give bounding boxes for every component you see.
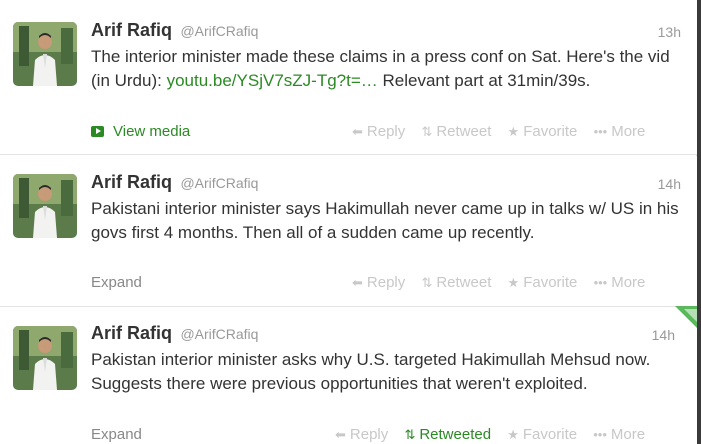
more-button[interactable]: ••• More xyxy=(594,274,646,291)
reply-button[interactable]: ⬅ Reply xyxy=(352,274,405,291)
tweet-timeline: Arif Rafiq @ArifCRafiq 13h The interior … xyxy=(0,0,697,444)
view-media-label: View media xyxy=(113,123,191,140)
more-label: More xyxy=(610,426,646,443)
tweet-actions: ⬅ Reply ⇅ Retweet ★ Favorite ••• More xyxy=(352,274,657,291)
more-dots-icon: ••• xyxy=(593,275,608,290)
expand-link[interactable]: Expand xyxy=(91,426,142,443)
star-icon: ★ xyxy=(507,124,520,139)
retweet-icon: ⇅ xyxy=(404,427,416,442)
retweet-button[interactable]: ⇅ Retweet xyxy=(421,274,491,291)
more-label: More xyxy=(611,274,646,291)
reply-label: Reply xyxy=(349,426,389,443)
tweet-footer: Expand ⬅ Reply ⇅ Retweet ★ Favorite ••• More xyxy=(0,272,697,294)
reply-arrow-icon: ⬅ xyxy=(352,275,363,290)
star-icon: ★ xyxy=(507,427,519,442)
avatar[interactable] xyxy=(13,22,77,86)
retweet-label: Retweeted xyxy=(419,426,492,443)
more-button[interactable]: ••• More xyxy=(593,426,645,443)
retweet-label: Retweet xyxy=(436,274,492,291)
reply-arrow-icon: ⬅ xyxy=(352,124,363,139)
tweet-timestamp[interactable]: 14h xyxy=(615,327,675,343)
reply-button[interactable]: ⬅ Reply xyxy=(335,426,388,443)
avatar[interactable] xyxy=(13,174,77,238)
tweet-actions: ⬅ Reply ⇅ Retweeted ★ Favorite ••• More xyxy=(335,426,657,443)
tweet-footer: Expand ⬅ Reply ⇅ Retweeted ★ Favorite ••• Mo… xyxy=(0,424,697,444)
tweet-header: Arif Rafiq @ArifCRafiq xyxy=(91,323,258,345)
retweet-icon: ⇅ xyxy=(421,275,433,290)
user-handle[interactable]: @ArifCRafiq xyxy=(180,326,258,342)
retweeted-corner-fold xyxy=(684,309,698,323)
retweet-label: Retweet xyxy=(436,123,492,140)
tweet-header: Arif Rafiq @ArifCRafiq xyxy=(91,20,258,42)
favorite-label: Favorite xyxy=(522,426,578,443)
tweet-link[interactable]: youtu.be/YSjV7sZJ-Tg?t=… xyxy=(167,71,378,90)
user-handle[interactable]: @ArifCRafiq xyxy=(180,23,258,39)
tweet-footer: View media ⬅ Reply ⇅ Retweet ★ Favorite •••… xyxy=(0,121,697,143)
retweeted-button[interactable]: ⇅ Retweeted xyxy=(404,426,491,443)
favorite-label: Favorite xyxy=(523,274,578,291)
star-icon: ★ xyxy=(507,275,520,290)
tweet-timestamp[interactable]: 14h xyxy=(621,176,681,192)
user-fullname[interactable]: Arif Rafiq xyxy=(91,172,172,192)
tweet-actions: ⬅ Reply ⇅ Retweet ★ Favorite ••• More xyxy=(352,123,657,140)
retweet-button[interactable]: ⇅ Retweet xyxy=(421,123,491,140)
user-handle[interactable]: @ArifCRafiq xyxy=(180,175,258,191)
retweet-icon: ⇅ xyxy=(421,124,433,139)
more-dots-icon: ••• xyxy=(593,427,607,442)
reply-label: Reply xyxy=(366,123,406,140)
tweet-text: Pakistan interior minister asks why U.S.… xyxy=(91,350,651,393)
tweet-text: The interior minister made these claims … xyxy=(91,45,691,93)
tweet-item[interactable]: Arif Rafiq @ArifCRafiq 13h The interior … xyxy=(0,0,697,155)
more-label: More xyxy=(611,123,646,140)
favorite-button[interactable]: ★ Favorite xyxy=(508,123,578,140)
reply-button[interactable]: ⬅ Reply xyxy=(352,123,405,140)
play-media-icon xyxy=(91,126,104,137)
avatar[interactable] xyxy=(13,326,77,390)
favorite-label: Favorite xyxy=(523,123,578,140)
favorite-button[interactable]: ★ Favorite xyxy=(508,274,578,291)
tweet-header: Arif Rafiq @ArifCRafiq xyxy=(91,172,258,194)
reply-label: Reply xyxy=(366,274,406,291)
tweet-text: Pakistani interior minister says Hakimul… xyxy=(91,199,679,242)
tweet-timestamp[interactable]: 13h xyxy=(621,24,681,40)
favorite-button[interactable]: ★ Favorite xyxy=(507,426,577,443)
user-fullname[interactable]: Arif Rafiq xyxy=(91,323,172,343)
expand-link[interactable]: Expand xyxy=(91,274,142,291)
tweet-text-part: Relevant part at 31min/39s. xyxy=(377,71,591,90)
view-media-link[interactable]: View media xyxy=(91,123,190,140)
user-fullname[interactable]: Arif Rafiq xyxy=(91,20,172,40)
more-dots-icon: ••• xyxy=(593,124,608,139)
more-button[interactable]: ••• More xyxy=(594,123,646,140)
window-edge xyxy=(697,0,701,444)
reply-arrow-icon: ⬅ xyxy=(335,427,346,442)
tweet-item[interactable]: Arif Rafiq @ArifCRafiq 14h Pakistan inte… xyxy=(0,308,697,444)
tweet-item[interactable]: Arif Rafiq @ArifCRafiq 14h Pakistani int… xyxy=(0,156,697,307)
